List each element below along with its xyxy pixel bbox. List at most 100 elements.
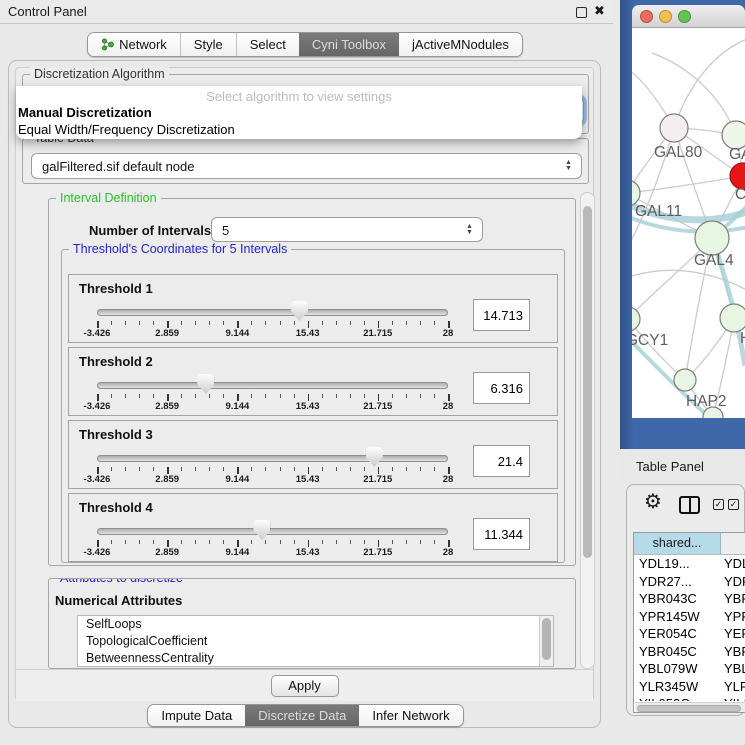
threshold-value-field[interactable]: 14.713: [473, 299, 530, 331]
tick-mark: [406, 394, 407, 398]
threshold-value-field[interactable]: 21.4: [473, 445, 530, 477]
threshold-slider-handle[interactable]: [366, 447, 383, 467]
table-row[interactable]: YER054CYER0: [634, 625, 745, 643]
numerical-attributes-list[interactable]: SelfLoopsTopologicalCoefficientBetweenne…: [77, 615, 554, 667]
threshold-value-field[interactable]: 11.344: [473, 518, 530, 550]
tick-label: 28: [443, 474, 454, 485]
tick-mark: [209, 321, 210, 325]
attribute-items: SelfLoopsTopologicalCoefficientBetweenne…: [78, 616, 553, 667]
threshold-slider-track[interactable]: [97, 382, 448, 389]
tick-mark: [364, 321, 365, 325]
checkbox-icon[interactable]: ✓: [728, 499, 739, 510]
tab-infer-network[interactable]: Infer Network: [359, 705, 462, 726]
tab-network[interactable]: Network: [88, 33, 180, 56]
threshold-slider-handle[interactable]: [197, 374, 214, 394]
network-node-gal80[interactable]: [660, 114, 688, 142]
table-row[interactable]: YBL079WYBL0: [634, 660, 745, 678]
tick-label: 21.715: [363, 474, 392, 485]
tick-mark: [308, 394, 310, 401]
table-header-cell[interactable]: na: [721, 533, 745, 554]
table-cell: YPR1: [721, 608, 745, 626]
table-row[interactable]: YIL052CYIL0: [634, 695, 745, 701]
tick-label: -3.426: [84, 328, 111, 339]
table-row[interactable]: YDL19...YDL1: [634, 555, 745, 573]
close-traffic-light-icon[interactable]: [640, 10, 653, 23]
table-header-row: shared...na: [634, 533, 745, 555]
attributes-scrollbar[interactable]: [539, 616, 553, 666]
tick-mark: [378, 540, 380, 547]
table-cell: YER0: [721, 625, 745, 643]
tick-mark: [294, 540, 295, 544]
network-node-ga[interactable]: [722, 121, 745, 149]
threshold-slider-track[interactable]: [97, 455, 448, 462]
number-of-intervals-combobox[interactable]: 5: [211, 217, 483, 242]
scrollbar-thumb[interactable]: [637, 705, 741, 712]
float-window-icon[interactable]: [576, 7, 587, 18]
bottom-tab-bar: Impute DataDiscretize DataInfer Network: [9, 704, 602, 727]
minimize-traffic-light-icon[interactable]: [659, 10, 672, 23]
threshold-slider-track[interactable]: [97, 528, 448, 535]
tick-mark: [336, 467, 337, 471]
threshold-slider-track[interactable]: [97, 309, 448, 316]
tick-mark: [251, 540, 252, 544]
tick-mark: [322, 394, 323, 398]
settings-scrollbar[interactable]: [580, 192, 595, 669]
network-canvas[interactable]: GAL80GACGAL11GAL4GCY1HHAP2: [632, 28, 745, 418]
zoom-traffic-light-icon[interactable]: [678, 10, 691, 23]
threshold-slider-handle[interactable]: [291, 301, 308, 321]
network-node-hap2[interactable]: [674, 369, 696, 391]
tab-impute-data[interactable]: Impute Data: [148, 705, 245, 726]
table-data-combobox[interactable]: galFiltered.sif default node: [31, 153, 582, 179]
tab-style[interactable]: Style: [180, 33, 236, 56]
threshold-label: Threshold 3: [79, 427, 153, 442]
node-table: shared...na YDL19...YDL1YDR27...YDR2YBR0…: [633, 532, 745, 713]
tick-mark: [223, 321, 224, 325]
table-row[interactable]: YDR27...YDR2: [634, 573, 745, 591]
close-icon[interactable]: ✖: [594, 3, 605, 19]
network-node-h[interactable]: [720, 304, 745, 332]
list-item[interactable]: TopologicalCoefficient: [78, 633, 553, 650]
scrollbar-thumb[interactable]: [542, 618, 551, 660]
threshold-label: Threshold 1: [79, 281, 153, 296]
scrollbar-thumb[interactable]: [583, 206, 592, 558]
table-hscrollbar[interactable]: [635, 702, 745, 713]
table-header-cell[interactable]: shared...: [634, 533, 721, 554]
tick-mark: [139, 467, 140, 471]
threshold-slider-handle[interactable]: [253, 520, 270, 540]
gear-icon[interactable]: ⚙: [644, 489, 662, 514]
tab-jactivemnodules[interactable]: jActiveMNodules: [399, 33, 522, 56]
tick-mark: [364, 394, 365, 398]
network-node-gcy1[interactable]: [632, 307, 640, 331]
tick-mark: [167, 467, 169, 474]
popup-option-manual-discretization[interactable]: Manual Discretization: [16, 104, 582, 121]
network-node-gal4[interactable]: [695, 221, 729, 255]
tab-label: Select: [250, 37, 286, 52]
tab-select[interactable]: Select: [236, 33, 299, 56]
table-row[interactable]: YBR043CYBR0: [634, 590, 745, 608]
list-item[interactable]: BetweennessCentrality: [78, 650, 553, 667]
tick-mark: [125, 467, 126, 471]
tab-discretize-data[interactable]: Discretize Data: [245, 705, 359, 726]
table-cell: YBR0: [721, 643, 745, 661]
split-panel-icon[interactable]: [679, 496, 700, 514]
tick-mark: [237, 321, 239, 328]
network-node-label: GAL11: [635, 203, 682, 220]
threshold-value-field[interactable]: 6.316: [473, 372, 530, 404]
tick-mark: [322, 540, 323, 544]
checkbox-icon[interactable]: ✓: [713, 499, 724, 510]
apply-button[interactable]: Apply: [271, 675, 339, 697]
tick-mark: [265, 467, 266, 471]
tick-label: 9.144: [226, 401, 250, 412]
tick-label: -3.426: [84, 474, 111, 485]
tick-mark: [125, 394, 126, 398]
tick-mark: [139, 540, 140, 544]
apply-row: Apply: [16, 669, 593, 701]
tick-mark: [265, 394, 266, 398]
network-view-window: GAL80GACGAL11GAL4GCY1HHAP2: [620, 0, 745, 449]
tab-cyni-toolbox[interactable]: Cyni Toolbox: [299, 33, 399, 56]
table-row[interactable]: YLR345WYLR3: [634, 678, 745, 696]
list-item[interactable]: SelfLoops: [78, 616, 553, 633]
popup-option-equal-width-frequency[interactable]: Equal Width/Frequency Discretization: [16, 121, 582, 138]
table-row[interactable]: YPR145WYPR1: [634, 608, 745, 626]
table-row[interactable]: YBR045CYBR0: [634, 643, 745, 661]
